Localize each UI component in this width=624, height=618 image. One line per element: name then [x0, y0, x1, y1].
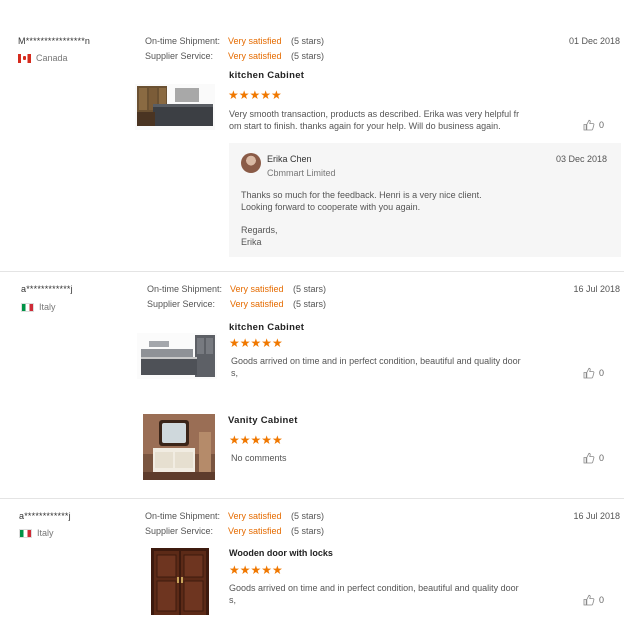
product-title[interactable]: kitchen Cabinet: [229, 322, 304, 333]
service-stars-text: (5 stars): [291, 526, 325, 536]
product-title[interactable]: Vanity Cabinet: [228, 415, 298, 426]
service-stars-text: (5 stars): [293, 299, 327, 309]
like-count: 0: [599, 595, 605, 605]
like-button[interactable]: 0: [583, 594, 604, 606]
thumbs-up-icon: [583, 367, 595, 379]
reviewer-name: a************j: [19, 511, 71, 521]
product-rating-stars: ★★★★★: [229, 433, 283, 447]
review-text-line: om start to finish. thanks again for you…: [229, 121, 501, 131]
review-date: 16 Jul 2018: [573, 511, 620, 521]
product-image-wooden-door[interactable]: [149, 547, 211, 615]
reviewer-country: Canada: [18, 53, 68, 63]
italy-flag-icon: [19, 528, 32, 538]
shipment-rating: Very satisfied: [228, 36, 282, 46]
shipment-stars-text: (5 stars): [293, 284, 327, 294]
like-count: 0: [599, 453, 605, 463]
service-rating: Very satisfied: [228, 51, 282, 61]
shipment-stars-text: (5 stars): [291, 36, 325, 46]
product-title[interactable]: Wooden door with locks: [229, 548, 333, 558]
shipment-stars-text: (5 stars): [291, 511, 325, 521]
reviewer-name: M****************n: [18, 36, 91, 46]
thumbs-up-icon: [583, 594, 595, 606]
service-label: Supplier Service:: [145, 51, 214, 61]
like-count: 0: [599, 368, 605, 378]
avatar: [241, 153, 261, 173]
review-text: Goods arrived on time and in perfect con…: [229, 582, 549, 606]
service-label: Supplier Service:: [145, 526, 214, 536]
country-name: Canada: [36, 53, 68, 63]
review-date: 01 Dec 2018: [568, 36, 620, 46]
review-text: Goods arrived on time and in perfect con…: [231, 355, 551, 379]
review-text-line: Goods arrived on time and in perfect con…: [231, 356, 521, 366]
italy-flag-icon: [21, 302, 34, 312]
reply-text-line: Thanks so much for the feedback. Henri i…: [241, 190, 482, 200]
review-text-line: s,: [231, 368, 239, 378]
thumbs-up-icon: [583, 452, 595, 464]
reply-date: 03 Dec 2018: [555, 154, 607, 164]
thumbs-up-icon: [583, 119, 595, 131]
canada-flag-icon: [18, 53, 31, 63]
review-text: No comments: [231, 453, 287, 463]
product-image-kitchen-cabinet[interactable]: [137, 333, 217, 379]
shipment-label: On-time Shipment:: [145, 36, 221, 46]
country-name: Italy: [39, 302, 56, 312]
shipment-rating: Very satisfied: [228, 511, 282, 521]
product-rating-stars: ★★★★★: [228, 88, 282, 102]
reply-text-line: Erika: [241, 237, 262, 247]
shipment-label: On-time Shipment:: [147, 284, 223, 294]
reviewer-country: Italy: [19, 528, 54, 538]
reply-text-line: Regards,: [241, 225, 278, 235]
review-text-line: s,: [229, 595, 237, 605]
service-rating: Very satisfied: [228, 526, 282, 536]
review-text: Very smooth transaction, products as des…: [229, 108, 549, 132]
reply-text-line: Looking forward to cooperate with you ag…: [241, 202, 421, 212]
product-rating-stars: ★★★★★: [229, 336, 283, 350]
service-label: Supplier Service:: [147, 299, 216, 309]
divider: [0, 271, 624, 272]
reviewer-name: a************j: [21, 284, 73, 294]
review-text-line: Very smooth transaction, products as des…: [229, 109, 520, 119]
reply-author: Erika Chen: [267, 154, 312, 164]
country-name: Italy: [37, 528, 54, 538]
like-button[interactable]: 0: [583, 367, 604, 379]
service-rating: Very satisfied: [230, 299, 284, 309]
shipment-label: On-time Shipment:: [145, 511, 221, 521]
divider: [0, 498, 624, 499]
product-rating-stars: ★★★★★: [229, 563, 283, 577]
review-date: 16 Jul 2018: [573, 284, 620, 294]
like-button[interactable]: 0: [583, 452, 604, 464]
reply-text: Thanks so much for the feedback. Henri i…: [241, 189, 482, 248]
supplier-reply: Erika Chen Cbmmart Limited 03 Dec 2018 T…: [229, 143, 621, 257]
reviewer-country: Italy: [21, 302, 56, 312]
product-title[interactable]: kitchen Cabinet: [229, 70, 304, 81]
shipment-rating: Very satisfied: [230, 284, 284, 294]
like-count: 0: [599, 120, 605, 130]
product-image-vanity-cabinet[interactable]: [143, 414, 215, 480]
product-image-kitchen-cabinet[interactable]: [135, 84, 215, 130]
reply-company: Cbmmart Limited: [267, 168, 336, 178]
like-button[interactable]: 0: [583, 119, 604, 131]
service-stars-text: (5 stars): [291, 51, 325, 61]
review-text-line: Goods arrived on time and in perfect con…: [229, 583, 519, 593]
